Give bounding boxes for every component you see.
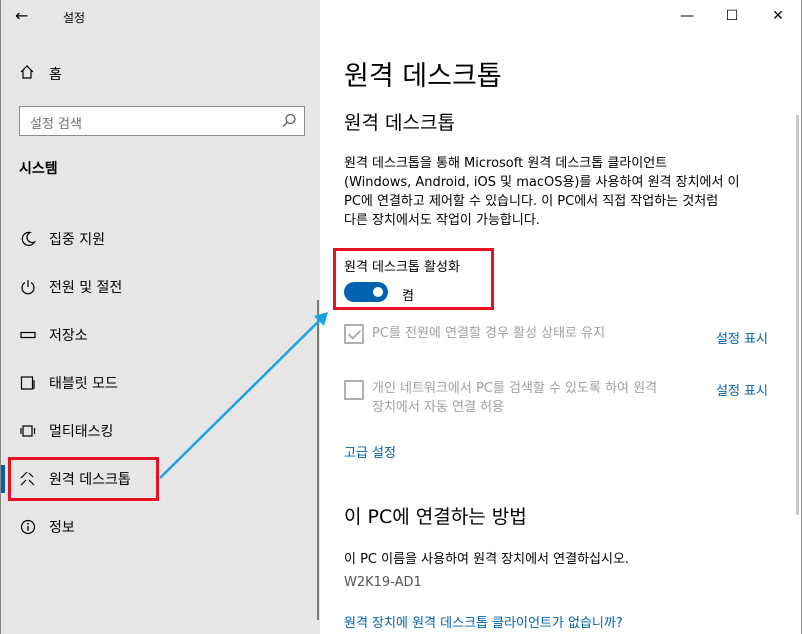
sidebar-item-multitasking[interactable]: 멀티태스킹 bbox=[1, 411, 321, 451]
sidebar-item-tablet-mode[interactable]: 태블릿 모드 bbox=[1, 363, 321, 403]
how-to-connect-description: 이 PC 이름을 사용하여 원격 장치에서 연결하십시오. bbox=[344, 552, 630, 567]
advanced-settings-link[interactable]: 고급 설정 bbox=[344, 442, 396, 461]
description-line: PC에 연결하고 제어할 수 있습니다. 이 PC에서 직접 작업하는 것처럼 bbox=[344, 194, 719, 209]
storage-icon bbox=[17, 330, 39, 340]
section-title: 시스템 bbox=[19, 161, 58, 177]
search-input[interactable]: 설정 검색 bbox=[19, 106, 305, 136]
search-icon bbox=[280, 112, 298, 130]
pc-name: W2K19-AD1 bbox=[344, 575, 422, 590]
sidebar-item-label: 집중 지원 bbox=[49, 232, 105, 248]
page-title: 원격 데스크톱 bbox=[344, 61, 502, 92]
sidebar-item-home[interactable]: 홈 bbox=[17, 62, 62, 86]
how-to-connect-heading: 이 PC에 연결하는 방법 bbox=[344, 506, 527, 528]
sidebar-item-label: 전원 및 절전 bbox=[49, 280, 123, 296]
highlight-box-remote-desktop-nav bbox=[8, 457, 159, 501]
discoverable-label-line: 개인 네트워크에서 PC를 검색할 수 있도록 하여 원격 bbox=[372, 381, 658, 396]
sidebar-item-about[interactable]: 정보 bbox=[1, 507, 321, 547]
main-pane: — ☐ ✕ 원격 데스크톱 원격 데스크톱 원격 데스크톱을 통해 Micros… bbox=[320, 0, 802, 634]
moon-icon bbox=[17, 231, 39, 247]
back-button[interactable]: ← bbox=[15, 6, 37, 28]
maximize-icon: ☐ bbox=[725, 8, 739, 24]
keep-awake-checkbox[interactable] bbox=[344, 324, 364, 344]
power-icon bbox=[17, 279, 39, 295]
home-icon bbox=[17, 64, 37, 84]
description: 원격 데스크톱을 통해 Microsoft 원격 데스크톱 클라이언트 (Win… bbox=[344, 154, 784, 230]
close-button[interactable]: ✕ bbox=[766, 6, 790, 26]
description-line: 원격 데스크톱을 통해 Microsoft 원격 데스크톱 클라이언트 bbox=[344, 156, 668, 171]
discoverable-label-line: 장치에서 자동 연결 허용 bbox=[372, 400, 504, 415]
sidebar-item-label: 저장소 bbox=[49, 328, 88, 344]
sidebar-item-label: 정보 bbox=[49, 520, 75, 536]
sidebar: ← 설정 홈 설정 검색 시스템 집중 지원 전원 및 절전 저장소 태블릿 모… bbox=[0, 0, 320, 634]
keep-awake-label: PC를 전원에 연결할 경우 활성 상태로 유지 bbox=[372, 326, 606, 341]
minimize-button[interactable]: — bbox=[675, 6, 699, 26]
discoverable-label: 개인 네트워크에서 PC를 검색할 수 있도록 하여 원격 장치에서 자동 연결… bbox=[372, 379, 662, 417]
main-scrollbar[interactable] bbox=[796, 115, 799, 515]
search-placeholder: 설정 검색 bbox=[30, 117, 82, 132]
multitasking-icon bbox=[17, 423, 39, 439]
discoverable-checkbox[interactable] bbox=[344, 380, 364, 400]
description-line: (Windows, Android, iOS 및 macOS용)를 사용하여 원… bbox=[344, 175, 740, 190]
show-settings-link-1[interactable]: 설정 표시 bbox=[716, 328, 768, 347]
show-settings-link-2[interactable]: 설정 표시 bbox=[716, 380, 768, 399]
highlight-box-enable-toggle bbox=[333, 248, 494, 310]
sidebar-item-label: 태블릿 모드 bbox=[49, 376, 118, 392]
app-title: 설정 bbox=[63, 11, 86, 25]
no-client-link[interactable]: 원격 장치에 원격 데스크톱 클라이언트가 없습니까? bbox=[344, 612, 623, 631]
sidebar-item-storage[interactable]: 저장소 bbox=[1, 315, 321, 355]
info-icon bbox=[17, 519, 39, 535]
sidebar-item-label: 홈 bbox=[49, 67, 62, 83]
sidebar-item-label: 멀티태스킹 bbox=[49, 424, 114, 440]
sidebar-item-power-sleep[interactable]: 전원 및 절전 bbox=[1, 267, 321, 307]
section-heading: 원격 데스크톱 bbox=[344, 112, 455, 134]
description-line: 다른 장치에서도 작업이 가능합니다. bbox=[344, 213, 540, 228]
tablet-icon bbox=[17, 375, 39, 391]
minimize-icon: — bbox=[680, 8, 694, 24]
sidebar-item-focus-assist[interactable]: 집중 지원 bbox=[1, 219, 321, 259]
sidebar-scrollbar[interactable] bbox=[317, 300, 319, 620]
maximize-button[interactable]: ☐ bbox=[720, 6, 744, 26]
back-arrow-icon: ← bbox=[15, 6, 29, 25]
close-icon: ✕ bbox=[772, 8, 784, 24]
